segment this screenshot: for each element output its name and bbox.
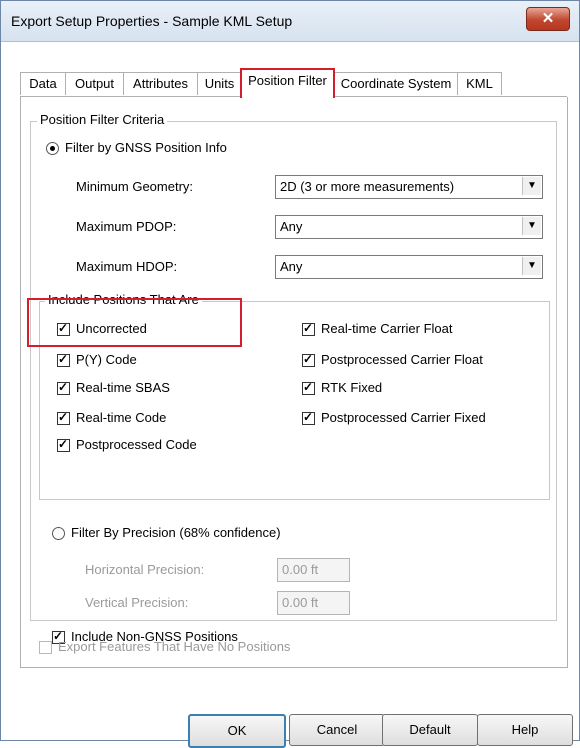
tab-label: Coordinate System <box>340 76 452 91</box>
cancel-label: Cancel <box>316 722 358 737</box>
realtime-code-label: Real-time Code <box>76 410 167 425</box>
checkmark-icon: ✓ <box>58 410 69 424</box>
vertical-precision-field[interactable]: 0.00 ft <box>277 591 350 615</box>
filter-precision-label: Filter By Precision (68% confidence) <box>71 525 281 540</box>
horizontal-precision-label: Horizontal Precision: <box>85 562 205 577</box>
dialog-body: Data Output Attributes Units Position Fi… <box>8 42 573 748</box>
close-icon: ✕ <box>541 10 555 27</box>
close-button[interactable]: ✕ <box>526 7 570 31</box>
filter-precision-radio[interactable] <box>52 527 65 540</box>
checkmark-icon: ✓ <box>58 352 69 366</box>
radio-selected-dot <box>50 146 55 151</box>
checkmark-icon: ✓ <box>58 437 69 451</box>
tab-label: Attributes <box>133 76 188 91</box>
help-label: Help <box>511 722 539 737</box>
tab-position-filter[interactable]: Position Filter <box>240 68 335 98</box>
tab-units[interactable]: Units <box>197 72 242 95</box>
chevron-down-icon: ▼ <box>522 257 541 275</box>
default-label: Default <box>409 722 451 737</box>
chevron-down-icon: ▼ <box>522 177 541 195</box>
tab-coordinate-system[interactable]: Coordinate System <box>334 72 458 95</box>
tab-label: Output <box>74 76 115 91</box>
vertical-precision-value: 0.00 ft <box>282 595 319 610</box>
filter-gnss-radio[interactable] <box>46 142 59 155</box>
horizontal-precision-field[interactable]: 0.00 ft <box>277 558 350 582</box>
tab-output[interactable]: Output <box>65 72 124 95</box>
checkmark-icon: ✓ <box>303 321 314 335</box>
max-pdop-value: Any <box>280 219 303 234</box>
py-code-label: P(Y) Code <box>76 352 137 367</box>
max-hdop-select[interactable]: Any ▼ <box>275 255 543 279</box>
tab-attributes[interactable]: Attributes <box>123 72 198 95</box>
postprocessed-carrier-fixed-label: Postprocessed Carrier Fixed <box>321 410 486 425</box>
min-geometry-select[interactable]: 2D (3 or more measurements) ▼ <box>275 175 543 199</box>
tab-label: Data <box>29 76 57 91</box>
chevron-down-icon: ▼ <box>522 217 541 235</box>
filter-gnss-label: Filter by GNSS Position Info <box>65 140 227 155</box>
postprocessed-carrier-float-checkbox[interactable]: ✓ <box>302 352 315 367</box>
min-geometry-value: 2D (3 or more measurements) <box>280 179 455 194</box>
checkmark-icon: ✓ <box>303 380 314 394</box>
checkmark-icon: ✓ <box>303 410 314 424</box>
position-filter-panel: Position Filter Criteria Filter by GNSS … <box>20 97 568 668</box>
postprocessed-code-label: Postprocessed Code <box>76 437 197 452</box>
realtime-carrier-float-label: Real-time Carrier Float <box>321 321 453 336</box>
checkmark-icon: ✓ <box>303 352 314 366</box>
tab-label: Units <box>204 76 235 91</box>
tab-label: KML <box>466 76 493 91</box>
realtime-sbas-label: Real-time SBAS <box>76 380 170 395</box>
title-bar: Export Setup Properties - Sample KML Set… <box>1 1 579 42</box>
window-title: Export Setup Properties - Sample KML Set… <box>11 13 293 29</box>
export-setup-dialog: Export Setup Properties - Sample KML Set… <box>0 0 580 748</box>
horizontal-precision-value: 0.00 ft <box>282 562 319 577</box>
max-hdop-value: Any <box>280 259 303 274</box>
ok-button[interactable]: OK <box>188 714 286 748</box>
tab-data[interactable]: Data <box>20 72 66 95</box>
max-pdop-label: Maximum PDOP: <box>76 219 177 234</box>
cancel-button[interactable]: Cancel <box>289 714 385 746</box>
checkmark-icon: ✓ <box>58 380 69 394</box>
rtk-fixed-label: RTK Fixed <box>321 380 383 395</box>
export-no-positions-checkbox[interactable] <box>39 641 52 654</box>
realtime-carrier-float-checkbox[interactable]: ✓ <box>302 321 315 336</box>
postprocessed-carrier-float-label: Postprocessed Carrier Float <box>321 352 483 367</box>
help-button[interactable]: Help <box>477 714 573 746</box>
max-pdop-select[interactable]: Any ▼ <box>275 215 543 239</box>
min-geometry-label: Minimum Geometry: <box>76 179 194 194</box>
tab-kml[interactable]: KML <box>457 72 502 95</box>
vertical-precision-label: Vertical Precision: <box>85 595 189 610</box>
py-code-checkbox[interactable]: ✓ <box>57 352 70 367</box>
realtime-sbas-checkbox[interactable]: ✓ <box>57 380 70 395</box>
criteria-group-title: Position Filter Criteria <box>37 112 168 127</box>
uncorrected-highlight <box>27 298 242 347</box>
postprocessed-carrier-fixed-checkbox[interactable]: ✓ <box>302 410 315 425</box>
realtime-code-checkbox[interactable]: ✓ <box>57 410 70 425</box>
default-button[interactable]: Default <box>382 714 478 746</box>
max-hdop-label: Maximum HDOP: <box>76 259 178 274</box>
export-no-positions-label: Export Features That Have No Positions <box>58 639 291 654</box>
ok-label: OK <box>227 723 247 738</box>
rtk-fixed-checkbox[interactable]: ✓ <box>302 380 315 395</box>
tab-label: Position Filter <box>248 73 327 88</box>
postprocessed-code-checkbox[interactable]: ✓ <box>57 437 70 452</box>
